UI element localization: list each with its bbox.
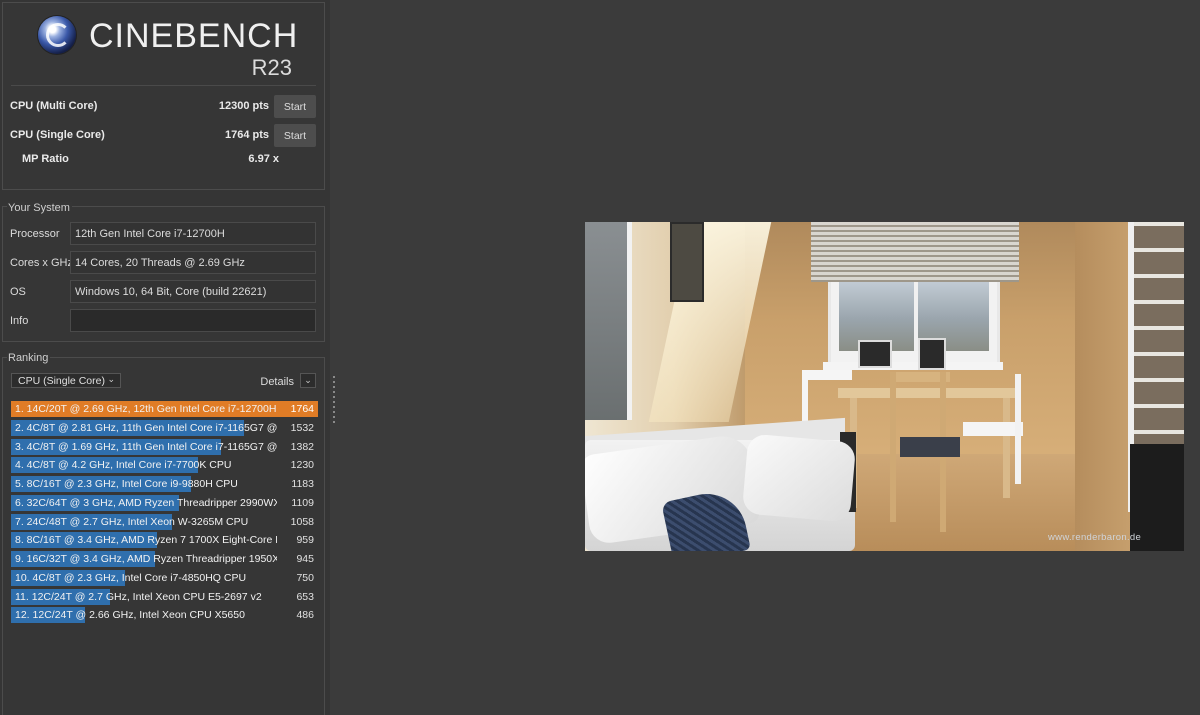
ranking-title: Ranking	[7, 352, 51, 364]
ranking-row[interactable]: 2. 4C/8T @ 2.81 GHz, 11th Gen Intel Core…	[11, 419, 318, 436]
app-title: CINEBENCH	[89, 17, 299, 55]
ranking-row[interactable]: 6. 32C/64T @ 3 GHz, AMD Ryzen Threadripp…	[11, 494, 318, 511]
system-row-processor: Processor 12th Gen Intel Core i7-12700H	[3, 222, 324, 246]
app-version: R23	[251, 55, 292, 80]
ranking-row-label: 3. 4C/8T @ 1.69 GHz, 11th Gen Intel Core…	[15, 440, 277, 453]
ranking-row[interactable]: 7. 24C/48T @ 2.7 GHz, Intel Xeon W-3265M…	[11, 513, 318, 530]
render-preview: www.renderbaron.de	[585, 222, 1184, 551]
single-core-row: CPU (Single Core) 1764 pts Start	[3, 124, 324, 148]
ranking-row[interactable]: 1. 14C/20T @ 2.69 GHz, 12th Gen Intel Co…	[11, 401, 318, 417]
ranking-row-score: 1058	[290, 515, 314, 528]
multi-core-row: CPU (Multi Core) 12300 pts Start	[3, 95, 324, 119]
ranking-row-score: 486	[296, 609, 314, 622]
system-label: Processor	[10, 228, 60, 240]
ranking-row-label: 1. 14C/20T @ 2.69 GHz, 12th Gen Intel Co…	[15, 403, 277, 415]
single-core-start-button[interactable]: Start	[274, 124, 316, 147]
render-watermark: www.renderbaron.de	[1048, 532, 1142, 543]
single-core-score: 1764 pts	[224, 129, 269, 141]
ranking-row-score: 945	[296, 553, 314, 565]
details-label: Details	[260, 376, 294, 388]
ranking-row-label: 10. 4C/8T @ 2.3 GHz, Intel Core i7-4850H…	[15, 571, 247, 584]
multi-core-label: CPU (Multi Core)	[10, 100, 98, 112]
header-panel: CINEBENCH R23 CPU (Multi Core) 12300 pts…	[2, 2, 325, 190]
ranking-row-label: 6. 32C/64T @ 3 GHz, AMD Ryzen Threadripp…	[15, 496, 277, 509]
ranking-row-score: 1764	[290, 403, 314, 415]
ranking-row-score: 750	[296, 571, 314, 584]
system-label: OS	[10, 286, 26, 298]
ranking-row[interactable]: 12. 12C/24T @ 2.66 GHz, Intel Xeon CPU X…	[11, 607, 318, 624]
mp-ratio-value: 6.97 x	[248, 153, 279, 165]
wall-picture	[670, 222, 704, 302]
system-label: Info	[10, 315, 29, 327]
ranking-panel: Ranking CPU (Single Core) ⌄ Details ⌄ 1.…	[2, 352, 325, 715]
system-panel: Your System Processor 12th Gen Intel Cor…	[2, 202, 325, 342]
system-label: Cores x GHz	[10, 257, 73, 269]
os-field: Windows 10, 64 Bit, Core (build 22621)	[70, 280, 316, 303]
ranking-row-label: 4. 4C/8T @ 4.2 GHz, Intel Core i7-7700K …	[15, 459, 232, 472]
ranking-row-label: 11. 12C/24T @ 2.7 GHz, Intel Xeon CPU E5…	[15, 590, 262, 603]
ranking-row-label: 2. 4C/8T @ 2.81 GHz, 11th Gen Intel Core…	[15, 421, 277, 434]
chevron-down-icon: ⌄	[107, 374, 115, 384]
ranking-row-score: 1230	[290, 459, 314, 472]
ranking-row-score: 1382	[290, 440, 314, 453]
ranking-row-score: 1109	[291, 496, 314, 509]
multi-core-score: 12300 pts	[218, 100, 269, 112]
render-blinds	[811, 222, 1019, 282]
single-core-label: CPU (Single Core)	[10, 129, 105, 141]
ranking-test-select-value: CPU (Single Core)	[18, 375, 105, 387]
ranking-row[interactable]: 10. 4C/8T @ 2.3 GHz, Intel Core i7-4850H…	[11, 569, 318, 586]
left-panel: CINEBENCH R23 CPU (Multi Core) 12300 pts…	[0, 0, 330, 715]
panel-splitter-handle[interactable]	[333, 376, 335, 424]
mp-ratio-label: MP Ratio	[22, 153, 69, 165]
ranking-row-label: 7. 24C/48T @ 2.7 GHz, Intel Xeon W-3265M…	[15, 515, 249, 528]
cinebench-logo-icon	[38, 16, 76, 54]
header-divider	[11, 85, 316, 86]
ranking-row-score: 959	[296, 534, 314, 547]
ranking-row[interactable]: 9. 16C/32T @ 3.4 GHz, AMD Ryzen Threadri…	[11, 551, 318, 567]
ranking-row[interactable]: 5. 8C/16T @ 2.3 GHz, Intel Core i9-9880H…	[11, 476, 318, 492]
ranking-row-score: 1532	[290, 421, 314, 434]
ranking-row-label: 5. 8C/16T @ 2.3 GHz, Intel Core i9-9880H…	[15, 478, 238, 490]
system-row-cores: Cores x GHz 14 Cores, 20 Threads @ 2.69 …	[3, 251, 324, 275]
ranking-row-score: 1183	[291, 478, 314, 490]
ranking-test-select[interactable]: CPU (Single Core) ⌄	[11, 373, 121, 388]
ranking-row[interactable]: 4. 4C/8T @ 4.2 GHz, Intel Core i7-7700K …	[11, 457, 318, 474]
ranking-row-label: 12. 12C/24T @ 2.66 GHz, Intel Xeon CPU X…	[15, 609, 245, 622]
render-table	[838, 388, 1018, 398]
ranking-row[interactable]: 3. 4C/8T @ 1.69 GHz, 11th Gen Intel Core…	[11, 438, 318, 455]
system-row-info: Info	[3, 309, 324, 333]
cores-field: 14 Cores, 20 Threads @ 2.69 GHz	[70, 251, 316, 274]
ranking-row[interactable]: 11. 12C/24T @ 2.7 GHz, Intel Xeon CPU E5…	[11, 588, 318, 605]
info-field[interactable]	[70, 309, 316, 332]
system-row-os: OS Windows 10, 64 Bit, Core (build 22621…	[3, 280, 324, 304]
multi-core-start-button[interactable]: Start	[274, 95, 316, 118]
ranking-row[interactable]: 8. 8C/16T @ 3.4 GHz, AMD Ryzen 7 1700X E…	[11, 532, 318, 549]
chevron-down-icon: ⌄	[304, 375, 312, 385]
system-title: Your System	[7, 202, 72, 214]
processor-field: 12th Gen Intel Core i7-12700H	[70, 222, 316, 245]
ranking-row-label: 9. 16C/32T @ 3.4 GHz, AMD Ryzen Threadri…	[15, 553, 277, 565]
ranking-row-score: 653	[296, 590, 314, 603]
ranking-row-label: 8. 8C/16T @ 3.4 GHz, AMD Ryzen 7 1700X E…	[15, 534, 277, 547]
details-dropdown-button[interactable]: ⌄	[300, 373, 316, 388]
